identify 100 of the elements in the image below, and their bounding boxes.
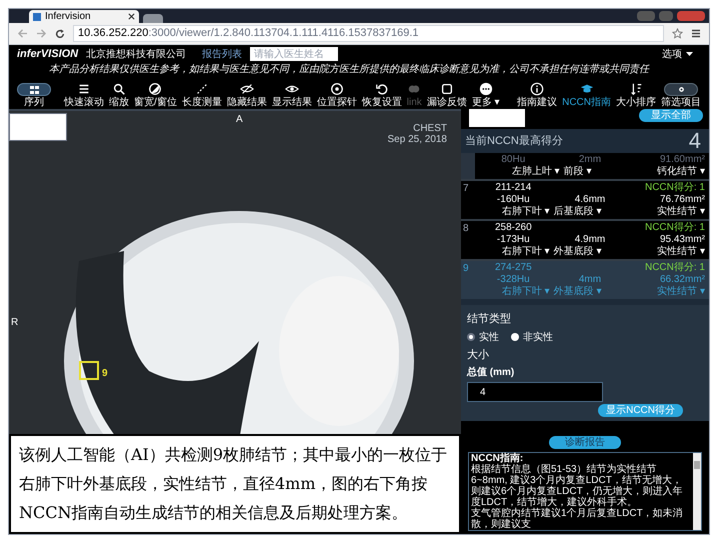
diameter-value: 4.9mm	[574, 234, 606, 245]
nodule-row[interactable]: 9 274-275 NCCN得分: 1 -328Hu 4mm 66.32mm² 右肺下叶 ▾ 外基底段 ▾ 实性结节 ▾	[461, 261, 709, 299]
close-icon[interactable]	[128, 13, 135, 20]
sort-icon	[629, 82, 643, 96]
size-input-field[interactable]: 4	[467, 382, 603, 402]
toolbar-button[interactable]: 漏诊反馈	[426, 82, 467, 108]
menu-icon[interactable]	[691, 29, 701, 38]
volume-value: 95.43mm²	[660, 234, 705, 245]
info-icon	[530, 82, 544, 96]
nodule-marker[interactable]	[79, 361, 99, 380]
eye-off-icon	[240, 82, 254, 96]
redaction-block	[9, 113, 67, 141]
toolbar-button[interactable]: 缩放	[109, 82, 129, 108]
radio-button[interactable]	[511, 333, 519, 341]
panel-tab[interactable]: 筛选项目	[661, 83, 701, 108]
nodule-type-dropdown[interactable]: 钙化结节 ▾	[657, 166, 705, 177]
radio-button[interactable]	[467, 333, 475, 341]
company-name: 北京推想科技有限公司	[86, 48, 186, 62]
density-value: 80Hu	[501, 154, 526, 165]
toolbar-button[interactable]: 窗宽/窗位	[134, 82, 177, 108]
nodule-row[interactable]: 80Hu 2mm 91.60mm² 左肺上叶 ▾ 前段 ▾ 钙化结节 ▾	[461, 153, 709, 179]
toolbar-button[interactable]: 恢复设置	[362, 82, 402, 108]
panel-tab[interactable]: NCCN指南	[562, 82, 611, 108]
lobe-dropdown[interactable]: 右肺下叶 ▾	[502, 206, 550, 218]
density-value: -173Hu	[496, 234, 530, 245]
address-bar[interactable]: 10.36.252.220:3000/viewer/1.2.840.113704.1.111.4116.1537837169.1	[73, 25, 664, 42]
toolbar-button[interactable]: 隐藏结果	[226, 82, 267, 108]
contrast-icon	[148, 82, 162, 96]
orientation-label: A	[236, 113, 243, 127]
series-button[interactable]: 序列	[17, 83, 51, 108]
caret-icon	[686, 52, 693, 56]
section-title: 大小	[467, 348, 490, 362]
target-icon	[330, 82, 344, 96]
guide-paragraph: 支气管腔内结节建议1个月后复查LDCT，如未消散，则建议支	[471, 508, 684, 530]
toolbar-button[interactable]: 长度测量	[182, 82, 222, 108]
study-label: CHEST	[413, 122, 447, 135]
report-list-link[interactable]: 报告列表	[202, 46, 242, 62]
section-title: 结节类型	[467, 312, 512, 327]
lobe-dropdown[interactable]: 右肺下叶 ▾	[502, 246, 550, 258]
volume-value: 66.32mm²	[660, 274, 705, 285]
guide-text-area[interactable]: NCCN指南: 根据结节信息（图51-53）结节为实性结节6~8mm, 建议3个月内复查LDCT，结节无增大，则建议6个月内复查LDCT，仍无增大，则进入年度LDCT，结节增大，建议外科手术。 支气管腔内结节建议1个月后复查LDCT，如未消散，则建议支	[468, 452, 702, 531]
toolbar-button[interactable]: 更多 ▾	[472, 82, 500, 108]
search-icon	[112, 82, 126, 96]
app-tab-icon	[33, 12, 41, 20]
nodule-number: 9	[102, 367, 108, 381]
segment-dropdown[interactable]: 后基底段 ▾	[554, 206, 602, 218]
nodule-type-dropdown[interactable]: 实性结节 ▾	[657, 246, 705, 257]
nccn-score: NCCN得分: 1	[644, 222, 705, 233]
segment-dropdown[interactable]: 外基底段 ▾	[554, 246, 602, 258]
volume-value: 76.76mm²	[660, 194, 705, 205]
guide-paragraph: 根据结节信息（图51-53）结节为实性结节6~8mm, 建议3个月内复查LDCT，结节无增大，则建议6个月内复查LDCT，仍无增大，则进入年度LDCT，结节增大，建议外科手术。	[471, 464, 684, 508]
radio-option[interactable]: 非实性	[511, 330, 553, 344]
close-button[interactable]	[677, 11, 705, 21]
row-number: 8	[463, 223, 469, 234]
nodule-row[interactable]: 8 258-260 NCCN得分: 1 -173Hu 4.9mm 95.43mm² 右肺下叶 ▾ 外基底段 ▾ 实性结节 ▾	[461, 221, 709, 259]
score-title: 当前NCCN最高得分	[465, 134, 563, 149]
nccn-score: NCCN得分: 1	[644, 182, 705, 193]
segment-dropdown[interactable]: 外基底段 ▾	[554, 286, 602, 298]
list-icon	[77, 82, 91, 96]
panel-tab[interactable]: 大小排序	[616, 82, 656, 108]
reset-icon	[374, 82, 389, 96]
lobe-dropdown[interactable]: 右肺下叶 ▾	[502, 286, 550, 298]
caption-text: 该例人工智能（AI）共检测9枚肺结节；其中最小的一枚位于右肺下叶外基底段，实性结节，直径4mm，图的右下角按NCCN指南自动生成结节的相关信息及后期处理方案。	[19, 444, 448, 524]
score-value: 4	[688, 130, 701, 152]
toolbar-button[interactable]: 快速滚动	[64, 82, 104, 108]
options-menu[interactable]: 选项	[662, 46, 693, 62]
panel-tab[interactable]: 指南建议	[517, 82, 558, 108]
redaction-block	[469, 109, 525, 127]
grid-icon	[17, 83, 51, 96]
row-number: 7	[463, 183, 469, 194]
logo: inferVISION	[17, 46, 78, 62]
browser-tab[interactable]: Infervision	[29, 10, 139, 23]
nccn-score: NCCN得分: 1	[644, 262, 705, 273]
slice-range: 274-275	[494, 262, 532, 273]
row-number: 9	[463, 263, 469, 274]
nodule-type-dropdown[interactable]: 实性结节 ▾	[657, 206, 705, 217]
volume-value: 91.60mm²	[660, 154, 705, 165]
doctor-search-field[interactable]: 请输入医生姓名	[250, 47, 338, 61]
scrollbar[interactable]	[693, 453, 701, 530]
diameter-value: 4.6mm	[574, 194, 606, 205]
toolbar-button[interactable]: 显示结果	[272, 82, 312, 108]
new-tab-button[interactable]	[143, 14, 163, 23]
disclaimer-text: 本产品分析结果仅供医生参考，如结果与医生意见不同，应由院方医生所提供的最终临床诊断意见为准，公司不承担任何连带或共同责任	[48, 63, 650, 77]
lobe-dropdown[interactable]: 左肺上叶 ▾	[512, 166, 560, 178]
ruler-icon	[194, 82, 209, 96]
study-date: Sep 25, 2018	[388, 133, 447, 147]
field-label: 总值 (mm)	[467, 366, 516, 380]
radio-option[interactable]: 实性	[467, 330, 499, 344]
toolbar-button[interactable]: 位置探针	[316, 82, 357, 108]
slice-range: 211-214	[495, 182, 532, 193]
segment-dropdown[interactable]: 前段 ▾	[564, 166, 592, 178]
nodule-type-dropdown[interactable]: 实性结节 ▾	[657, 286, 705, 297]
bookmark-star-icon[interactable]	[672, 28, 683, 39]
more-icon	[478, 82, 493, 96]
diameter-value: 4mm	[578, 274, 602, 285]
diagnosis-report-button[interactable]: 诊断报告	[549, 436, 621, 449]
slice-range: 258-260	[494, 222, 532, 233]
density-value: -160Hu	[496, 194, 530, 205]
nodule-row[interactable]: 7 211-214 NCCN得分: 1 -160Hu 4.6mm 76.76mm² 右肺下叶 ▾ 后基底段 ▾ 实性结节 ▾	[461, 181, 709, 219]
reload-icon[interactable]	[55, 28, 65, 38]
